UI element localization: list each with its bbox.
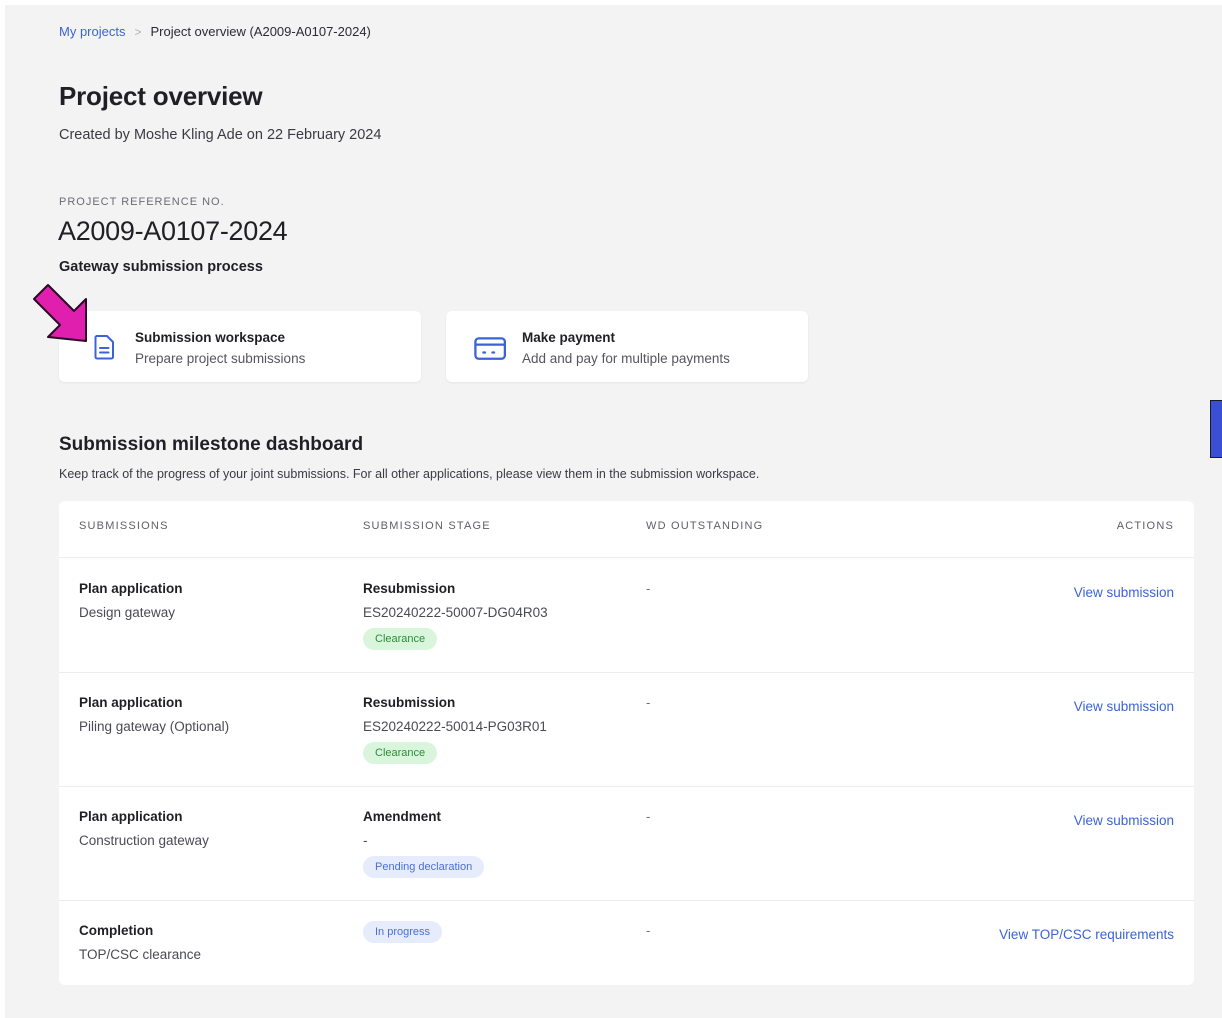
wd-outstanding-value: - (646, 581, 651, 596)
created-by-text: Created by Moshe Kling Ade on 22 Februar… (59, 127, 382, 143)
page-container: My projects > Project overview (A2009-A0… (5, 5, 1222, 1018)
submission-title: Plan application (79, 695, 183, 710)
stage-title: Resubmission (363, 695, 456, 710)
status-badge: Clearance (363, 628, 438, 650)
breadcrumb-current: Project overview (A2009-A0107-2024) (150, 24, 371, 39)
wd-outstanding-value: - (646, 809, 651, 824)
dashboard-description: Keep track of the progress of your joint… (59, 467, 760, 481)
table-row: Plan application Construction gateway Am… (59, 786, 1194, 901)
gateway-process-label: Gateway submission process (59, 259, 263, 275)
view-top-csc-requirements-link[interactable]: View TOP/CSC requirements (999, 927, 1174, 942)
card-description: Prepare project submissions (135, 351, 306, 366)
card-description: Add and pay for multiple payments (522, 351, 730, 366)
table-row: Plan application Piling gateway (Optiona… (59, 672, 1194, 787)
stage-title: Resubmission (363, 581, 456, 596)
column-header-actions: ACTIONS (1116, 520, 1174, 532)
table-header: SUBMISSIONS SUBMISSION STAGE WD OUTSTAND… (59, 501, 1194, 558)
card-title: Submission workspace (135, 330, 286, 345)
status-badge: Pending declaration (363, 856, 485, 878)
side-panel-tab[interactable] (1210, 400, 1222, 458)
breadcrumb-my-projects-link[interactable]: My projects (59, 24, 125, 39)
submission-title: Plan application (79, 581, 183, 596)
column-header-submissions: SUBMISSIONS (79, 520, 169, 532)
view-submission-link[interactable]: View submission (1074, 813, 1174, 828)
table-row: Plan application Design gateway Resubmis… (59, 558, 1194, 673)
submission-title: Plan application (79, 809, 183, 824)
breadcrumb: My projects > Project overview (A2009-A0… (59, 24, 371, 39)
stage-reference: ES20240222-50014-PG03R01 (363, 719, 547, 734)
status-badge: In progress (363, 921, 443, 943)
status-badge: Clearance (363, 742, 438, 764)
column-header-stage: SUBMISSION STAGE (363, 520, 491, 532)
table-row: Completion TOP/CSC clearance In progress… (59, 900, 1194, 985)
view-submission-link[interactable]: View submission (1074, 585, 1174, 600)
breadcrumb-separator-icon: > (134, 24, 142, 39)
wd-outstanding-value: - (646, 923, 651, 938)
milestone-table: SUBMISSIONS SUBMISSION STAGE WD OUTSTAND… (59, 501, 1194, 985)
column-header-wd: WD OUTSTANDING (646, 520, 764, 532)
make-payment-card[interactable]: Make payment Add and pay for multiple pa… (446, 311, 808, 382)
card-title: Make payment (522, 330, 616, 345)
view-submission-link[interactable]: View submission (1074, 699, 1174, 714)
credit-card-icon (474, 337, 506, 360)
submission-subtitle: Piling gateway (Optional) (79, 719, 230, 734)
stage-title: Amendment (363, 809, 442, 824)
project-reference-label: PROJECT REFERENCE NO. (59, 196, 225, 208)
submission-subtitle: Design gateway (79, 605, 176, 620)
stage-reference: - (363, 833, 368, 848)
submission-subtitle: Construction gateway (79, 833, 209, 848)
wd-outstanding-value: - (646, 695, 651, 710)
page-title: Project overview (59, 81, 263, 111)
project-reference-value: A2009-A0107-2024 (58, 216, 288, 246)
stage-reference: ES20240222-50007-DG04R03 (363, 605, 548, 620)
submission-title: Completion (79, 923, 154, 938)
pointer-arrow-icon (33, 284, 87, 342)
dashboard-title: Submission milestone dashboard (59, 434, 364, 455)
submission-subtitle: TOP/CSC clearance (79, 947, 202, 962)
submission-workspace-card[interactable]: Submission workspace Prepare project sub… (59, 311, 421, 382)
